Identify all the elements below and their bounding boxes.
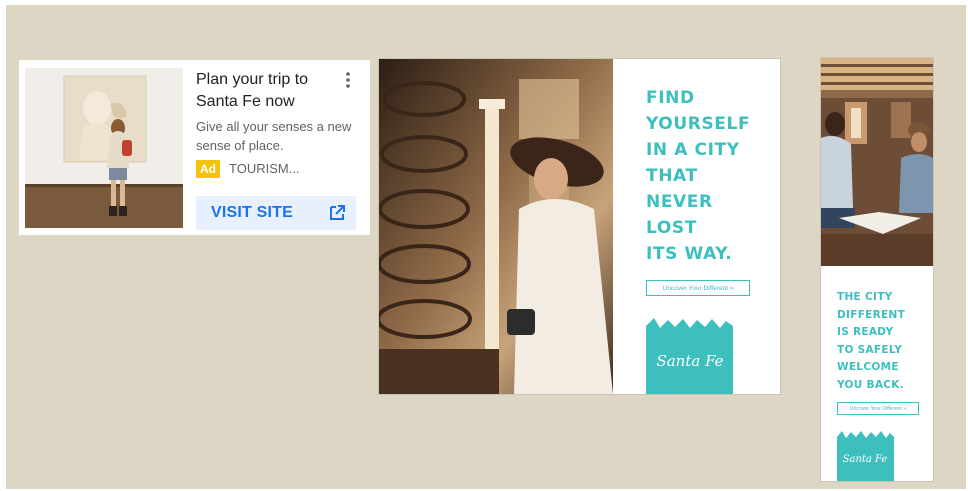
logo-wordmark-tall: Santa Fe <box>843 454 888 465</box>
tall-ad-headline: THE CITY DIFFERENT IS READY TO SAFELY WE… <box>837 291 906 391</box>
visit-site-label: VISIT SITE <box>211 204 294 221</box>
ad-badge: Ad <box>196 160 220 178</box>
logo-wordmark: Santa Fe <box>656 352 723 370</box>
ad-photo-gallery-visitor <box>25 68 183 228</box>
advertiser-name: TOURISM... <box>229 161 300 176</box>
ad-description: Give all your senses a new sense of plac… <box>196 119 352 153</box>
santa-fe-logo: Santa Fe <box>646 318 733 394</box>
search-display-ad[interactable]: Plan your trip to Santa Fe now Give all … <box>19 60 370 235</box>
uncover-your-different-button[interactable]: Uncover Your Different » <box>646 280 750 296</box>
visit-site-button[interactable]: VISIT SITE <box>196 196 356 230</box>
uncover-your-different-button-tall[interactable]: Uncover Your Different » <box>837 402 919 415</box>
more-vert-icon[interactable] <box>343 70 353 90</box>
square-banner-ad[interactable]: FIND YOURSELF IN A CITY THAT NEVER LOST … <box>379 59 780 394</box>
ad-headline[interactable]: Plan your trip to Santa Fe now <box>196 69 331 113</box>
santa-fe-logo-tall: Santa Fe <box>837 431 894 481</box>
open-in-new-icon <box>330 205 345 220</box>
skyscraper-banner-ad[interactable]: THE CITY DIFFERENT IS READY TO SAFELY WE… <box>821 58 933 481</box>
ad-photo-woman-in-hat <box>379 59 613 394</box>
square-ad-headline: FIND YOURSELF IN A CITY THAT NEVER LOST … <box>646 88 751 264</box>
ad-photo-couple-reading <box>821 58 933 266</box>
